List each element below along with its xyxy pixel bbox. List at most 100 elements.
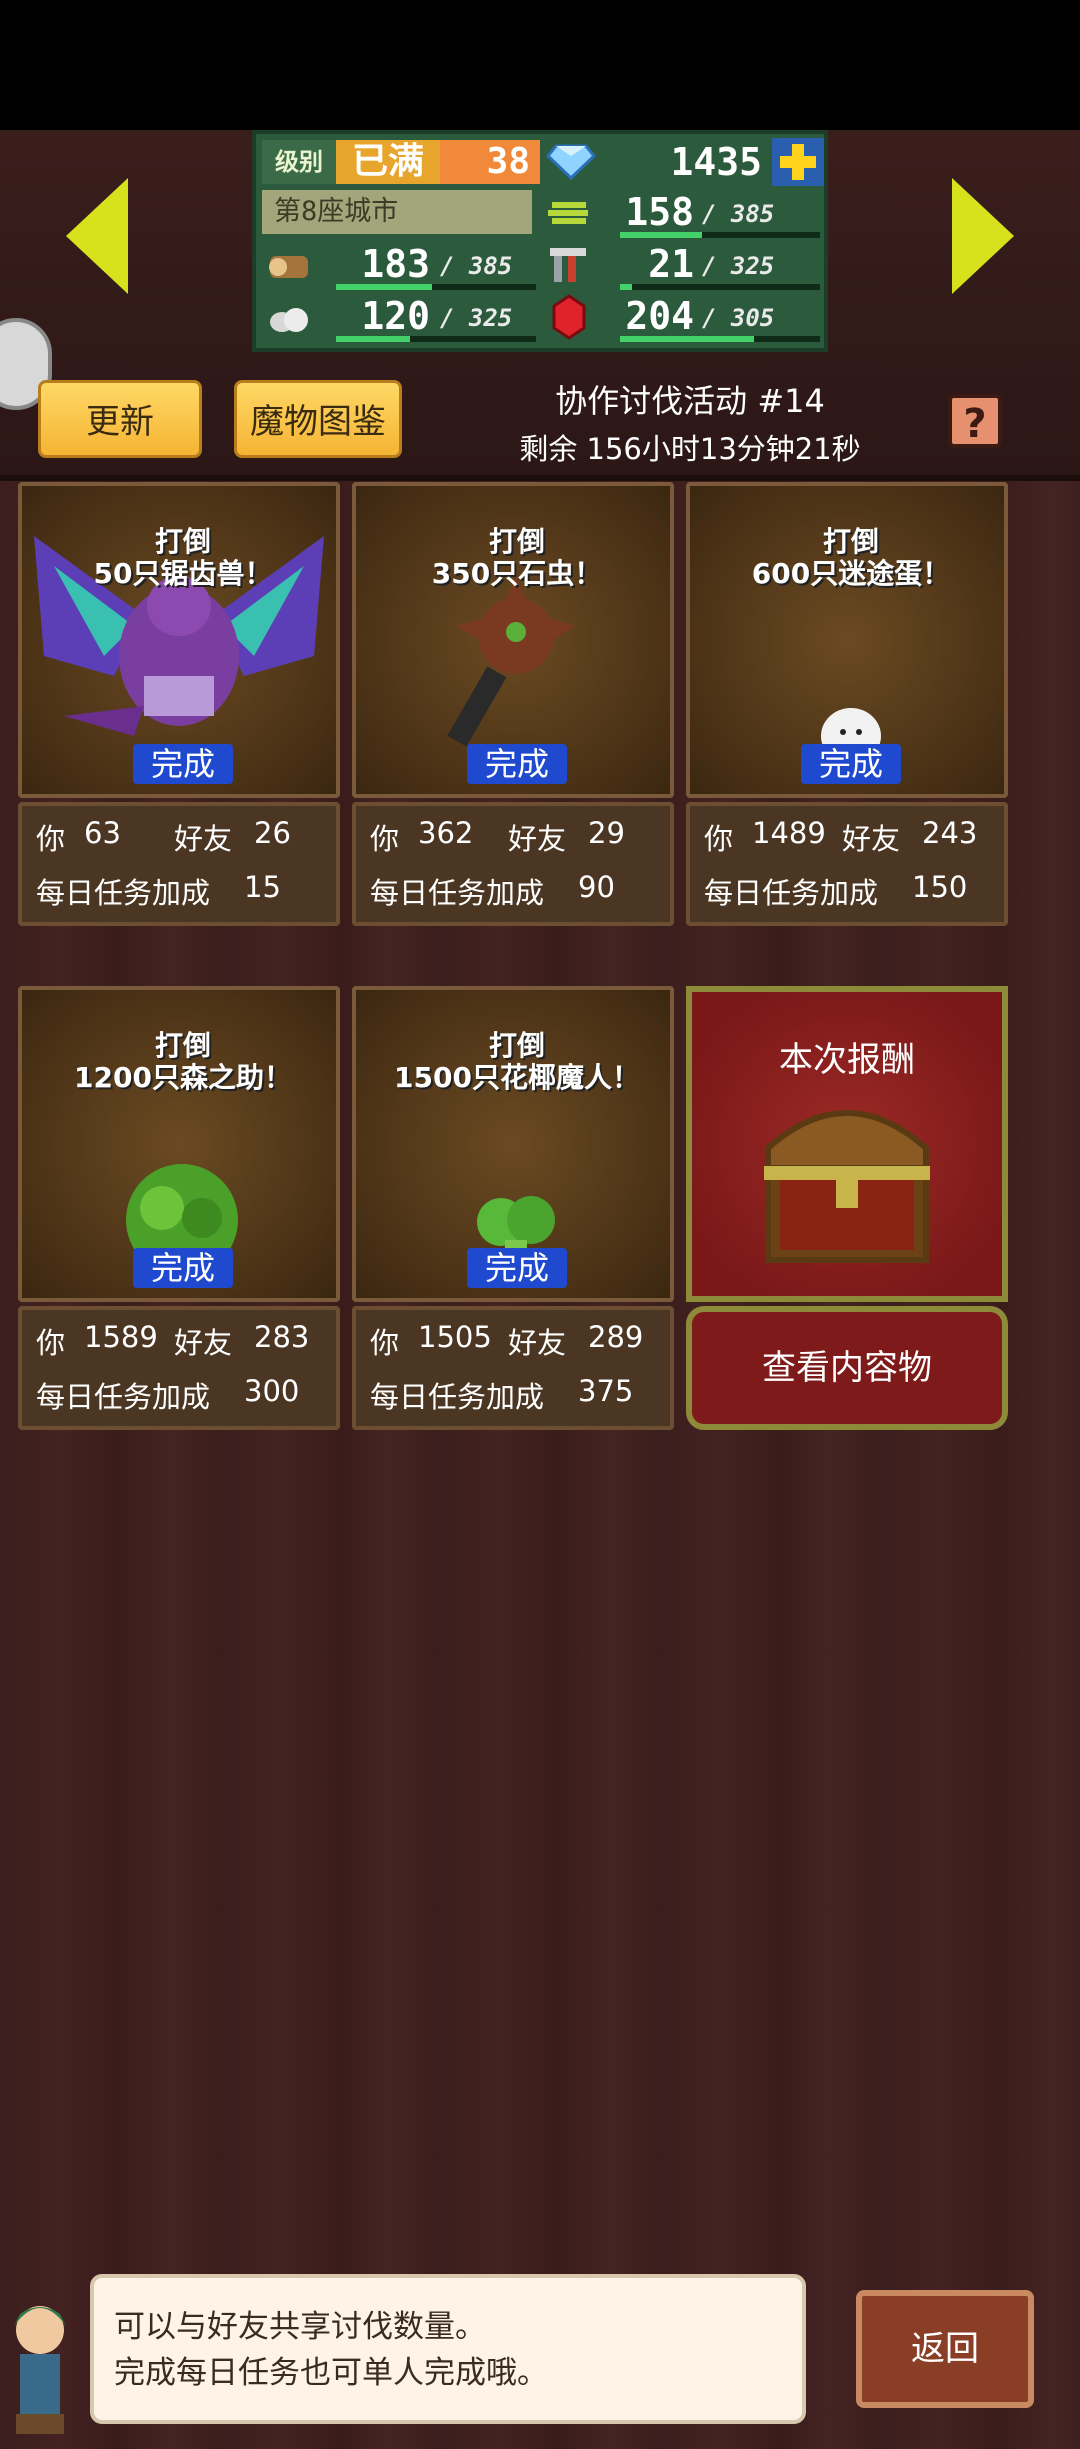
quest-card-image: 打倒 350只石虫！ 完成 [352,482,674,798]
quest-title: 打倒 1200只森之助！ [74,1029,292,1094]
tools-bar [620,284,820,290]
quest-title: 打倒 600只迷途蛋！ [751,525,951,590]
advisor-avatar [0,2290,80,2440]
gem-count: 1435 [670,140,762,184]
friend-count: 243 [922,816,978,850]
ruby-max: / 305 [702,304,775,332]
ruby-bar [620,336,820,342]
level-value: 38 [440,140,540,184]
grain-icon [546,190,592,236]
friend-label: 好友 [174,1326,233,1360]
quest-card-2[interactable]: 打倒 350只石虫！ 完成 你 362 好友 29 每日任务加成 90 [352,482,674,926]
you-count: 362 [418,816,474,850]
quest-card-3[interactable]: 打倒 600只迷途蛋！ 完成 你 1489 好友 243 每日任务加成 150 [686,482,1008,926]
you-count: 1489 [752,816,826,850]
you-label: 你 [370,1326,400,1360]
tools-value: 21 [648,242,694,286]
level-label: 级别 [262,140,336,184]
quest-card-image: 打倒 1500只花椰魔人！ 完成 [352,986,674,1302]
reward-card: 本次报酬 查看内容物 [686,986,1008,1430]
wood-max: / 385 [440,252,513,280]
stone-icon [266,294,312,340]
quest-stats: 你 1589 好友 283 每日任务加成 300 [18,1306,340,1430]
quest-title: 打倒 350只石虫！ [431,525,603,590]
wood-value: 183 [361,242,430,286]
daily-bonus-label: 每日任务加成 [370,1380,545,1414]
done-badge: 完成 [133,1248,233,1288]
you-count: 63 [84,816,121,850]
you-count: 1505 [418,1320,492,1354]
level-status: 已满 [336,140,440,184]
back-button[interactable]: 返回 [856,2290,1034,2408]
daily-bonus-value: 300 [244,1374,300,1408]
monster-book-button[interactable]: 魔物图鉴 [234,380,402,458]
quest-stats: 你 362 好友 29 每日任务加成 90 [352,802,674,926]
reward-panel: 本次报酬 [686,986,1008,1302]
you-count: 1589 [84,1320,158,1354]
quest-card-5[interactable]: 打倒 1500只花椰魔人！ 完成 你 1505 好友 289 每日任务加成 37… [352,986,674,1430]
quest-stats: 你 63 好友 26 每日任务加成 15 [18,802,340,926]
hint-line-1: 可以与好友共享讨伐数量。 [114,2309,486,2345]
prev-arrow-icon[interactable] [66,178,128,294]
tools-icon [546,242,592,288]
friend-label: 好友 [508,822,567,856]
quest-title: 打倒 50只锯齿兽！ [93,525,273,590]
daily-bonus-value: 150 [912,870,968,904]
daily-bonus-value: 90 [578,870,615,904]
quest-stats: 你 1489 好友 243 每日任务加成 150 [686,802,1008,926]
top-black-bar [0,0,1080,130]
you-label: 你 [370,822,400,856]
treasure-chest-icon [764,1110,930,1263]
wood-log-icon [266,242,312,288]
friend-count: 26 [254,816,291,850]
event-remaining-time: 剩余 156小时13分钟21秒 [519,432,861,466]
daily-bonus-label: 每日任务加成 [36,876,211,910]
quest-title: 打倒 1500只花椰魔人！ [394,1029,640,1094]
friend-count: 29 [588,816,625,850]
stone-bar [336,336,536,342]
friend-count: 289 [588,1320,644,1354]
friend-label: 好友 [174,822,233,856]
next-arrow-icon[interactable] [952,178,1014,294]
reward-title: 本次报酬 [779,1040,915,1080]
add-gems-button[interactable] [772,138,824,186]
stone-value: 120 [361,294,430,338]
help-button[interactable]: ? [948,394,1002,448]
quest-card-image: 打倒 600只迷途蛋！ 完成 [686,482,1008,798]
grain-bar [620,232,820,238]
tools-max: / 325 [702,252,775,280]
ruby-icon [546,294,592,340]
friend-count: 283 [254,1320,310,1354]
quest-card-image: 打倒 1200只森之助！ 完成 [18,986,340,1302]
friend-label: 好友 [842,822,901,856]
stats-panel: 级别 已满 38 1435 第8座城市 158 / 385 183 / 385 … [252,130,828,352]
done-badge: 完成 [801,744,901,784]
daily-bonus-label: 每日任务加成 [370,876,545,910]
hint-line-2: 完成每日任务也可单人完成哦。 [114,2355,548,2391]
stone-worm-icon [447,576,576,747]
quest-card-4[interactable]: 打倒 1200只森之助！ 完成 你 1589 好友 283 每日任务加成 300 [18,986,340,1430]
done-badge: 完成 [467,1248,567,1288]
quest-card-1[interactable]: 打倒 50只锯齿兽！ 完成 你 63 好友 26 每日任务加成 15 [18,482,340,926]
grain-max: / 385 [702,200,775,228]
event-title: 协作讨伐活动 #14 [555,382,825,420]
friend-label: 好友 [508,1326,567,1360]
you-label: 你 [36,1326,66,1360]
daily-bonus-value: 375 [578,1374,634,1408]
daily-bonus-label: 每日任务加成 [704,876,879,910]
wood-bar [336,284,536,290]
diamond-icon [545,144,597,181]
refresh-button[interactable]: 更新 [38,380,202,458]
you-label: 你 [704,822,734,856]
city-label: 第8座城市 [262,190,532,234]
you-label: 你 [36,822,66,856]
quest-stats: 你 1505 好友 289 每日任务加成 375 [352,1306,674,1430]
ruby-value: 204 [625,294,694,338]
hint-bubble: 可以与好友共享讨伐数量。 完成每日任务也可单人完成哦。 [90,2274,806,2424]
quest-card-image: 打倒 50只锯齿兽！ 完成 [18,482,340,798]
view-contents-button[interactable]: 查看内容物 [686,1306,1008,1430]
daily-bonus-value: 15 [244,870,281,904]
done-badge: 完成 [133,744,233,784]
grain-value: 158 [625,190,694,234]
stone-max: / 325 [440,304,513,332]
